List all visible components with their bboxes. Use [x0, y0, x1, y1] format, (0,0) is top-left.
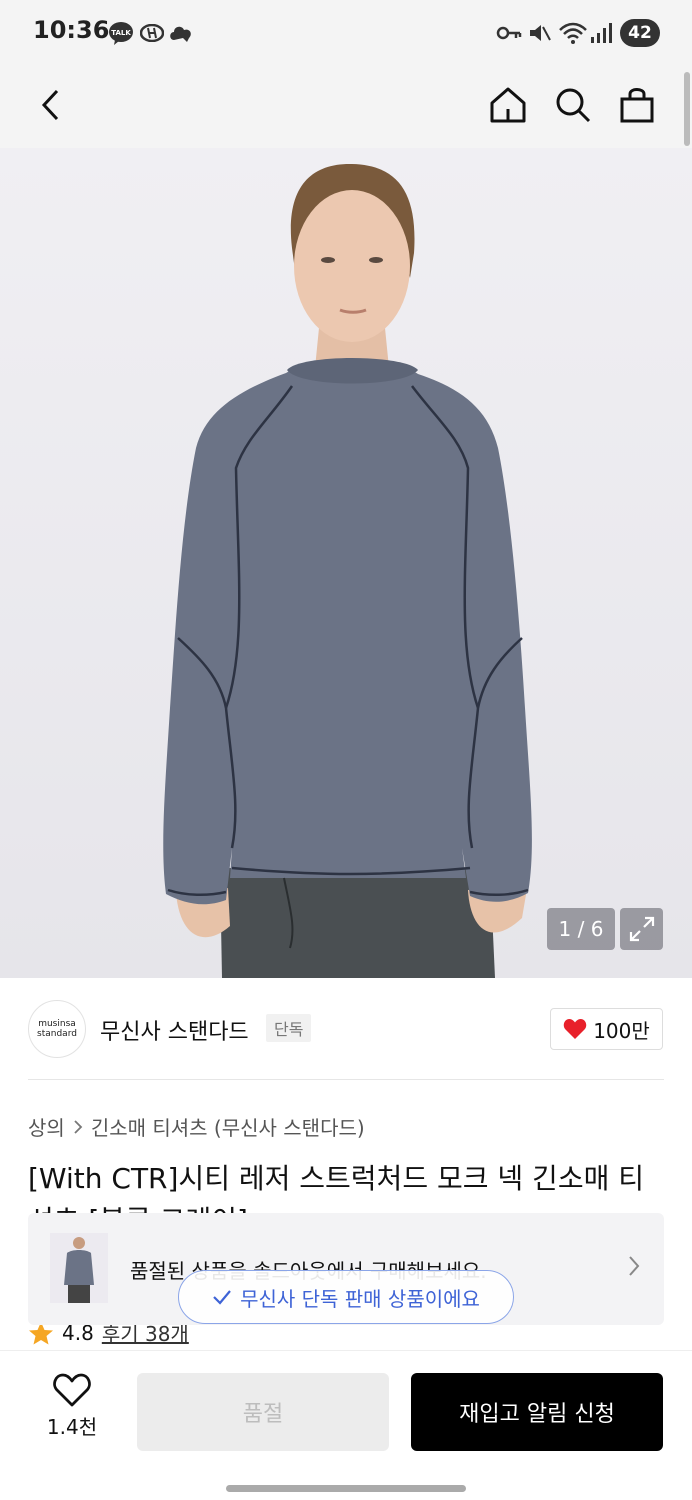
breadcrumb-subcategory[interactable]: 긴소매 티셔츠 (무신사 스탠다드) [91, 1112, 365, 1141]
wishlist-count: 1.4천 [46, 1415, 98, 1439]
toast-text: 무신사 단독 판매 상품이에요 [240, 1286, 480, 1311]
banner-thumbnail [50, 1233, 108, 1303]
wishlist-button[interactable]: 1.4천 [30, 1373, 114, 1453]
chevron-right-icon [74, 1119, 83, 1134]
cart-button[interactable] [612, 80, 662, 130]
search-button[interactable] [548, 80, 598, 130]
product-image[interactable]: 1 / 6 [0, 148, 692, 978]
bottom-action-bar: 1.4천 품절 재입고 알림 신청 [0, 1350, 692, 1500]
heart-filled-icon [563, 1019, 587, 1039]
talk-label: TALK [111, 29, 131, 37]
home-button[interactable] [483, 80, 533, 130]
hyundai-icon [140, 20, 164, 46]
brand-like-button[interactable]: 100만 [550, 1008, 663, 1050]
wifi-icon [558, 20, 588, 46]
cloud-icon [168, 20, 194, 46]
signal-icon [590, 20, 612, 46]
heart-outline-icon [53, 1373, 91, 1407]
divider [28, 1079, 664, 1080]
search-icon [556, 88, 591, 123]
brand-row: musinsa standard 무신사 스탠다드 단독 100만 [28, 1000, 664, 1058]
status-bar: 10:36 TALK 42 [0, 0, 692, 66]
brand-like-count: 100만 [593, 1018, 650, 1043]
status-time: 10:36 [33, 16, 110, 44]
battery-indicator: 42 [620, 19, 660, 47]
expand-image-button[interactable] [620, 908, 663, 950]
back-button[interactable] [26, 80, 76, 130]
expand-icon [629, 916, 654, 942]
mute-icon [528, 20, 552, 46]
home-indicator[interactable] [226, 1485, 466, 1492]
shopping-bag-icon [620, 88, 654, 123]
restock-alert-button[interactable]: 재입고 알림 신청 [411, 1373, 663, 1451]
breadcrumb-category[interactable]: 상의 [28, 1112, 65, 1141]
brand-name[interactable]: 무신사 스탠다드 [100, 1014, 249, 1046]
soldout-button[interactable]: 품절 [137, 1373, 389, 1451]
image-counter: 1 / 6 [547, 908, 615, 950]
product-title: [With CTR]시티 레저 스트럭처드 모크 넥 긴소매 티셔츠 [블루 그… [28, 1162, 644, 1214]
home-icon [490, 87, 526, 123]
top-nav [0, 66, 692, 148]
exclusive-badge: 단독 [266, 1014, 312, 1042]
back-icon [41, 89, 59, 121]
brand-logo-line1: musinsa [38, 1019, 76, 1029]
check-icon [213, 1290, 231, 1305]
kakaotalk-icon: TALK [108, 20, 134, 46]
model-photo [163, 163, 532, 978]
breadcrumb: 상의 긴소매 티셔츠 (무신사 스탠다드) [28, 1112, 365, 1141]
brand-logo-line2: standard [37, 1029, 77, 1039]
scrollbar[interactable] [684, 72, 690, 146]
chevron-right-icon [628, 1255, 640, 1281]
exclusive-toast: 무신사 단독 판매 상품이에요 [178, 1270, 514, 1324]
key-icon [496, 20, 522, 46]
brand-logo[interactable]: musinsa standard [28, 1000, 86, 1058]
